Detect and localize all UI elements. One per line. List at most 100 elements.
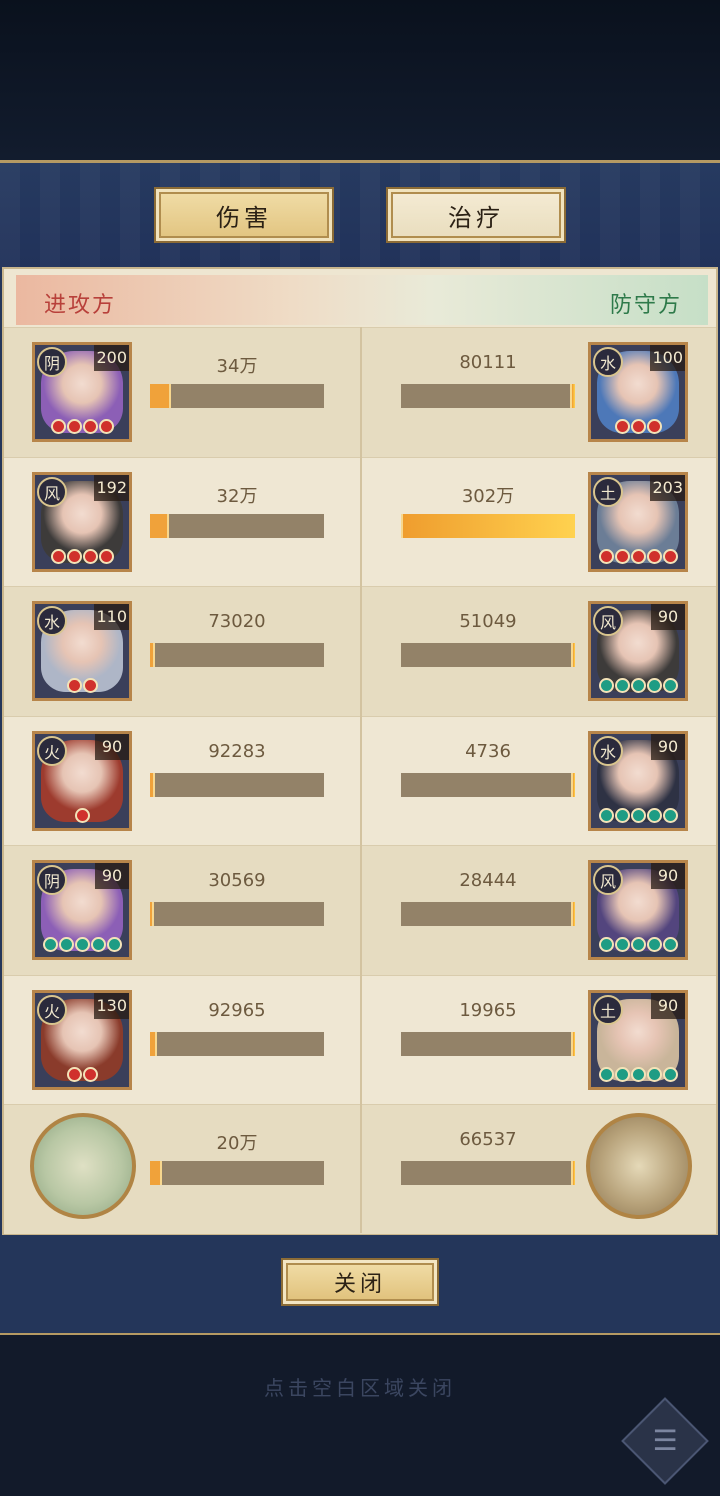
star-icon — [66, 548, 82, 564]
side-header: 进攻方 防守方 — [16, 275, 708, 325]
defender-damage-value: 28444 — [459, 870, 517, 891]
star-icon — [66, 1066, 82, 1082]
star-icon — [646, 807, 662, 823]
damage-bar-fill — [570, 384, 575, 408]
attacker-damage-bar — [150, 902, 324, 926]
stats-board: 进攻方 防守方 阴 200 34万水 100 80111 风 192 32万土 203 302万水… — [2, 267, 718, 1235]
star-rating — [591, 1066, 685, 1085]
defender-shikigami-avatar[interactable]: 水 100 — [588, 342, 688, 442]
star-icon — [662, 548, 678, 564]
star-rating — [35, 937, 129, 955]
defender-shikigami-avatar[interactable]: 土 90 — [588, 989, 688, 1090]
level-badge: 203 — [650, 474, 685, 501]
attacker-damage-bar — [150, 643, 324, 667]
level-badge: 90 — [651, 604, 685, 630]
damage-bar-fill — [571, 1031, 575, 1056]
star-icon — [74, 937, 90, 952]
star-icon — [98, 419, 114, 434]
star-rating — [35, 678, 129, 696]
star-icon — [598, 548, 614, 564]
defender-shikigami-avatar[interactable]: 水 90 — [588, 730, 688, 831]
star-icon — [82, 419, 98, 434]
attacker-shikigami-avatar[interactable]: 火 90 — [32, 730, 132, 831]
element-badge-icon: 阴 — [37, 347, 67, 377]
attack-side-label: 进攻方 — [44, 293, 117, 318]
star-rating — [35, 419, 129, 437]
list-icon[interactable]: ☰ — [648, 1424, 682, 1458]
defender-damage-bar — [401, 643, 575, 667]
level-badge: 90 — [651, 863, 685, 889]
attacker-damage-value: 20万 — [216, 1133, 258, 1154]
star-icon — [630, 807, 646, 823]
damage-bar-fill — [150, 1031, 157, 1056]
star-rating — [591, 678, 685, 696]
defender-damage-value: 80111 — [459, 352, 517, 373]
star-icon — [66, 678, 82, 693]
attacker-shikigami-avatar[interactable]: 水 110 — [32, 601, 132, 701]
defender-damage-value: 51049 — [459, 611, 517, 632]
battle-stats-panel: 伤害 治疗 进攻方 防守方 阴 200 34万水 100 80111 风 192 32万土 20… — [0, 160, 720, 1336]
close-hint-text: 点击空白区域关闭 — [264, 1376, 456, 1400]
attacker-shikigami-avatar[interactable]: 火 130 — [32, 989, 132, 1090]
defender-damage-value: 19965 — [459, 999, 517, 1021]
star-rating — [591, 807, 685, 826]
defender-shikigami-avatar[interactable]: 土 203 — [588, 471, 688, 572]
level-badge: 90 — [651, 733, 685, 760]
star-rating — [35, 807, 129, 826]
star-rating — [591, 937, 685, 955]
close-button[interactable]: 关闭 — [281, 1258, 439, 1306]
damage-bar-fill — [150, 643, 155, 667]
attacker-damage-value: 92283 — [208, 740, 266, 762]
star-icon — [646, 1066, 662, 1082]
attacker-shikigami-avatar[interactable]: 阴 200 — [32, 342, 132, 442]
star-icon — [646, 678, 662, 693]
element-badge-icon: 水 — [37, 606, 67, 636]
attacker-shikigami-avatar[interactable]: 风 192 — [32, 471, 132, 572]
tab-damage[interactable]: 伤害 — [154, 187, 334, 243]
attacker-damage-bar — [150, 513, 324, 538]
element-badge-icon: 阴 — [37, 865, 67, 895]
star-icon — [630, 419, 646, 434]
attacker-damage-value: 34万 — [216, 356, 258, 377]
element-badge-icon: 风 — [593, 606, 623, 636]
star-icon — [614, 548, 630, 564]
defend-side-label: 防守方 — [609, 293, 682, 318]
damage-bar-fill — [150, 513, 169, 538]
star-icon — [662, 807, 678, 823]
star-icon — [662, 678, 678, 693]
defender-shikigami-avatar[interactable]: 风 90 — [588, 601, 688, 701]
level-badge: 110 — [94, 604, 129, 630]
attacker-damage-value: 30569 — [208, 870, 266, 891]
damage-bar-fill — [571, 643, 575, 667]
panel-header-pattern — [0, 163, 720, 268]
star-icon — [598, 678, 614, 693]
defender-damage-value: 66537 — [459, 1129, 517, 1150]
defender-onmyoji-avatar[interactable] — [586, 1113, 692, 1219]
star-icon — [82, 1066, 98, 1082]
star-icon — [98, 548, 114, 564]
defender-damage-bar — [401, 1161, 575, 1185]
defender-damage-bar — [401, 902, 575, 926]
element-badge-icon: 土 — [593, 476, 623, 507]
star-icon — [42, 937, 58, 952]
star-icon — [106, 937, 122, 952]
bottom-background[interactable] — [0, 1335, 720, 1496]
attacker-shikigami-avatar[interactable]: 阴 90 — [32, 860, 132, 960]
attacker-onmyoji-avatar[interactable] — [30, 1113, 136, 1219]
defender-damage-bar — [401, 772, 575, 797]
defender-shikigami-avatar[interactable]: 风 90 — [588, 860, 688, 960]
tab-heal[interactable]: 治疗 — [386, 187, 566, 243]
star-icon — [630, 937, 646, 952]
center-divider — [360, 327, 362, 1233]
star-icon — [646, 419, 662, 434]
element-badge-icon: 水 — [593, 735, 623, 766]
star-rating — [591, 548, 685, 567]
level-badge: 192 — [94, 474, 129, 501]
level-badge: 90 — [95, 863, 129, 889]
damage-bar-fill — [571, 902, 575, 926]
attacker-damage-value: 32万 — [216, 485, 258, 507]
damage-bar-fill — [150, 384, 171, 408]
star-icon — [630, 678, 646, 693]
attacker-damage-value: 73020 — [208, 611, 266, 632]
star-icon — [646, 937, 662, 952]
